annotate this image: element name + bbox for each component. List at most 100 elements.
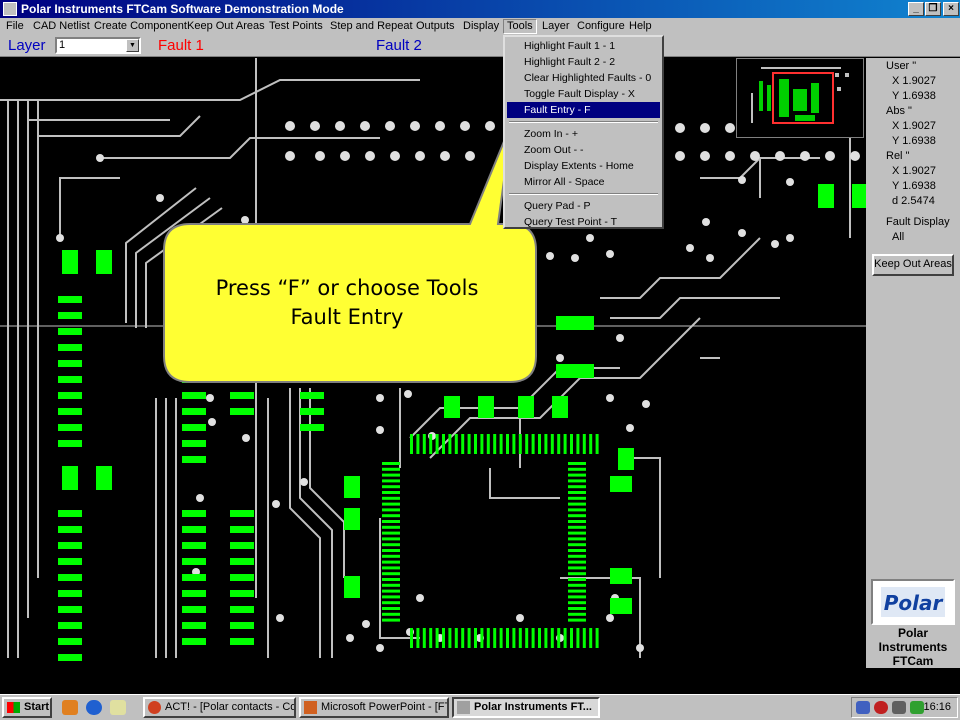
restore-button[interactable]: ❐ (925, 2, 941, 16)
pcb-pad (382, 595, 400, 599)
pcb-pad (382, 612, 400, 616)
menu-file[interactable]: File (3, 19, 27, 34)
callout-text: Press “F” or choose Tools Fault Entry (165, 274, 529, 332)
menu-mirror-all[interactable]: Mirror All - Space (507, 174, 660, 190)
menu-display[interactable]: Display (460, 19, 502, 34)
tray-printer-icon[interactable] (892, 701, 906, 714)
menu-query-pad[interactable]: Query Pad - P (507, 198, 660, 214)
quicklaunch-app-icon[interactable] (62, 700, 78, 715)
pcb-pad (568, 514, 586, 518)
pcb-pad (58, 638, 82, 645)
app-icon[interactable] (3, 2, 17, 16)
pcb-pad (182, 392, 206, 399)
internet-explorer-icon[interactable] (86, 700, 102, 715)
pcb-pad (230, 526, 254, 533)
pcb-pad (300, 424, 324, 431)
svg-text:Polar: Polar (884, 591, 944, 615)
task-polar-instruments[interactable]: Polar Instruments FT... (452, 697, 600, 718)
pcb-pad (230, 408, 254, 415)
qfp-pin (474, 628, 477, 648)
caption-line-2: Instruments (878, 640, 948, 654)
menu-zoom-out[interactable]: Zoom Out - - (507, 142, 660, 158)
pcb-pad (230, 376, 254, 383)
pcb-pad (382, 554, 400, 558)
menu-display-extents[interactable]: Display Extents - Home (507, 158, 660, 174)
qfp-pin (461, 628, 465, 648)
tray-antivirus-icon[interactable] (874, 701, 888, 714)
caption-line-3: FTCam (892, 654, 934, 668)
menu-configure[interactable]: Configure (574, 19, 628, 34)
qfp-pin (410, 628, 413, 648)
tray-network-icon[interactable] (856, 701, 870, 714)
menu-create-component[interactable]: Create Component (91, 19, 190, 34)
pcb-pad (182, 424, 206, 431)
powerpoint-icon (304, 701, 317, 714)
pcb-pad (382, 589, 400, 593)
menu-keep-out-areas[interactable]: Keep Out Areas (184, 19, 268, 34)
qfp-pin (512, 434, 516, 454)
qfp-pin (493, 628, 497, 648)
notepad-icon[interactable] (110, 700, 126, 715)
menu-tools[interactable]: Tools (503, 19, 537, 34)
coordinate-panel: User " X 1.9027 Y 1.6938 Abs " X 1.9027 … (736, 58, 960, 668)
pcb-pad (382, 508, 400, 512)
chevron-down-icon[interactable]: ▼ (126, 39, 139, 52)
pcb-pad (568, 607, 586, 610)
qfp-pin (422, 628, 426, 648)
menu-toggle-fault-display[interactable]: Toggle Fault Display - X (507, 86, 660, 102)
layer-label: Layer (8, 37, 46, 54)
pcb-pad (568, 491, 586, 494)
menu-step-and-repeat[interactable]: Step and Repeat (327, 19, 416, 34)
qfp-pin (422, 434, 426, 454)
qfp-pin (435, 434, 439, 454)
menu-layer[interactable]: Layer (539, 19, 573, 34)
pcb-pad (182, 510, 206, 517)
pcb-canvas[interactable] (0, 58, 866, 668)
overview-minimap[interactable] (736, 58, 864, 138)
qfp-pin (589, 434, 593, 454)
menu-cad-netlist[interactable]: CAD Netlist (30, 19, 93, 34)
menu-highlight-fault-2[interactable]: Highlight Fault 2 - 2 (507, 54, 660, 70)
polar-logo: Polar (871, 579, 955, 625)
menu-help[interactable]: Help (626, 19, 655, 34)
tray-volume-icon[interactable] (910, 701, 924, 714)
close-button[interactable]: × (943, 2, 959, 16)
pcb-pad (182, 542, 206, 549)
menu-query-test-point[interactable]: Query Test Point - T (507, 214, 660, 230)
act-icon (148, 701, 161, 714)
layer-select-value: 1 (59, 39, 66, 51)
pcb-pad (382, 473, 400, 477)
keep-out-areas-button[interactable]: Keep Out Areas (872, 254, 954, 276)
qfp-pin (518, 434, 522, 454)
menu-zoom-in[interactable]: Zoom In - + (507, 126, 660, 142)
pcb-pad (58, 424, 82, 431)
pcb-pad (182, 440, 206, 447)
menu-clear-highlighted-faults[interactable]: Clear Highlighted Faults - 0 (507, 70, 660, 86)
pcb-pad (182, 606, 206, 613)
pcb-pad (382, 618, 400, 622)
task-act-contacts[interactable]: ACT! - [Polar contacts - Co... (143, 697, 296, 718)
menu-test-points[interactable]: Test Points (266, 19, 326, 34)
polar-caption: Polar Instruments FTCam (866, 626, 960, 668)
menu-fault-entry[interactable]: Fault Entry - F (507, 102, 660, 118)
pcb-pad (58, 526, 82, 533)
layer-select[interactable]: 1 ▼ (55, 37, 141, 54)
qfp-pin (512, 628, 516, 648)
pcb-pad (58, 312, 82, 319)
start-button[interactable]: Start (2, 697, 52, 718)
pcb-pad (568, 572, 586, 576)
pcb-pad (58, 574, 82, 581)
tools-menu-dropdown: Highlight Fault 1 - 1 Highlight Fault 2 … (503, 35, 664, 229)
qfp-pin (499, 628, 503, 648)
pcb-pad (382, 496, 400, 500)
pcb-pad (382, 572, 400, 576)
pcb-pad (58, 622, 82, 629)
menu-highlight-fault-1[interactable]: Highlight Fault 1 - 1 (507, 38, 660, 54)
qfp-pin (448, 628, 452, 648)
caption-line-1: Polar (897, 626, 928, 640)
menu-outputs[interactable]: Outputs (413, 19, 458, 34)
task-powerpoint[interactable]: Microsoft PowerPoint - [FT... (299, 697, 449, 718)
pcb-pad (58, 542, 82, 549)
task-label: Polar Instruments FT... (474, 701, 592, 713)
minimize-button[interactable]: _ (908, 2, 924, 16)
